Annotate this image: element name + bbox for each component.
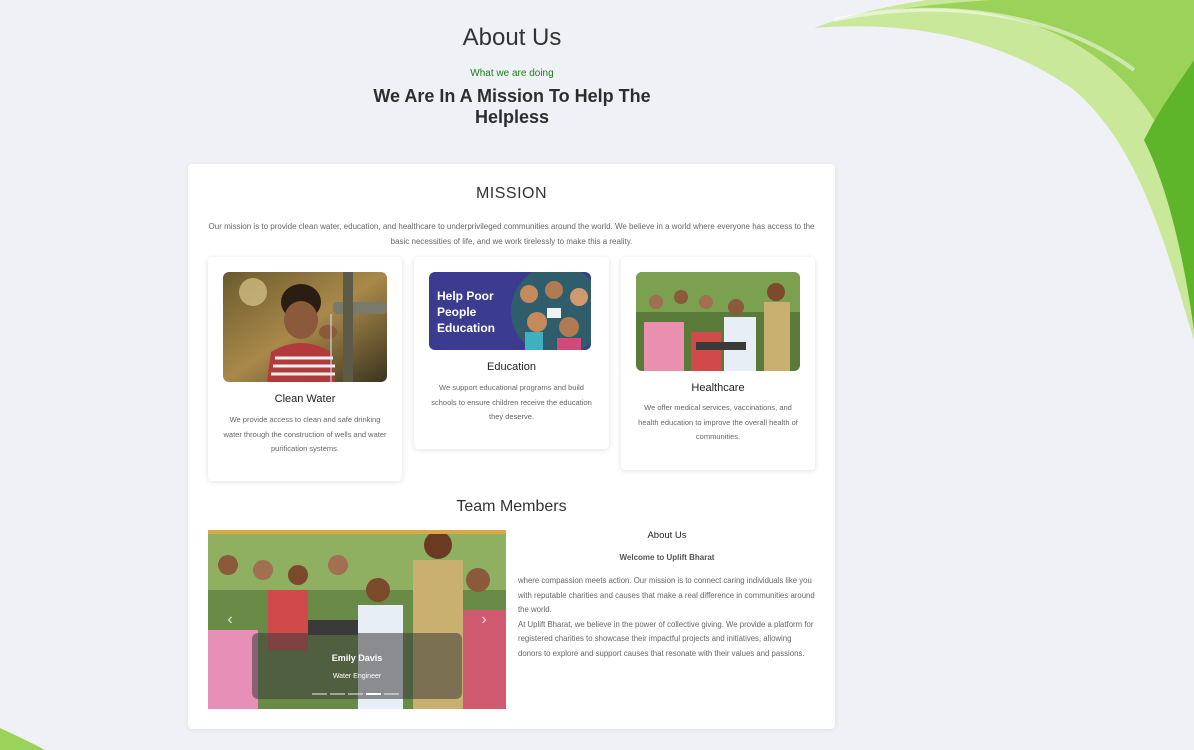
feature-card-education: Help Poor People Education Education We …	[414, 257, 609, 449]
hero-heading: We Are In A Mission To Help The Helpless	[373, 86, 651, 127]
education-banner-image: Help Poor People Education	[429, 272, 591, 350]
about-section: About Us Welcome to Uplift Bharat where …	[518, 530, 816, 661]
education-banner-text: Help Poor People Education	[437, 289, 496, 335]
feature-title: Healthcare	[691, 382, 745, 394]
team-carousel[interactable]: ‹ › Emily Davis Water Engineer	[208, 530, 506, 709]
team-member-role: Water Engineer	[332, 673, 382, 680]
about-paragraph: At Uplift Bharat, we believe in the powe…	[518, 619, 814, 658]
page-title: About Us	[462, 24, 562, 51]
hero-kicker: What we are doing	[470, 68, 554, 79]
carousel-indicator[interactable]	[312, 693, 327, 695]
carousel-indicator[interactable]	[348, 693, 363, 695]
mission-card: MISSION Our mission is to provide clean …	[188, 164, 835, 729]
healthcare-image	[636, 272, 800, 371]
about-subtitle: Welcome to Uplift Bharat	[619, 553, 715, 562]
feature-description: We provide access to clean and safe drin…	[223, 415, 387, 453]
feature-card-healthcare: Healthcare We offer medical services, va…	[621, 257, 815, 470]
feature-description: We offer medical services, vaccinations,…	[638, 403, 798, 441]
mission-text: Our mission is to provide clean water, e…	[208, 222, 815, 246]
feature-card-clean-water: Clean Water We provide access to clean a…	[208, 257, 402, 481]
carousel-caption: Emily Davis Water Engineer	[252, 633, 462, 699]
chevron-right-icon[interactable]: ›	[474, 608, 494, 632]
clean-water-image	[223, 272, 387, 382]
about-title: About Us	[647, 530, 687, 541]
feature-description: We support educational programs and buil…	[431, 383, 592, 421]
leaf-decoration-bottom	[0, 728, 45, 750]
team-member-name: Emily Davis	[331, 653, 383, 663]
feature-title: Education	[487, 361, 536, 373]
feature-title: Clean Water	[274, 393, 336, 405]
mission-title: MISSION	[475, 185, 548, 202]
carousel-indicators	[312, 693, 399, 695]
team-title: Team Members	[456, 498, 567, 515]
chevron-left-icon[interactable]: ‹	[220, 608, 240, 632]
carousel-indicator[interactable]	[384, 693, 399, 695]
carousel-indicator[interactable]	[366, 693, 381, 695]
about-paragraph: where compassion meets action. Our missi…	[518, 576, 815, 614]
carousel-indicator[interactable]	[330, 693, 345, 695]
